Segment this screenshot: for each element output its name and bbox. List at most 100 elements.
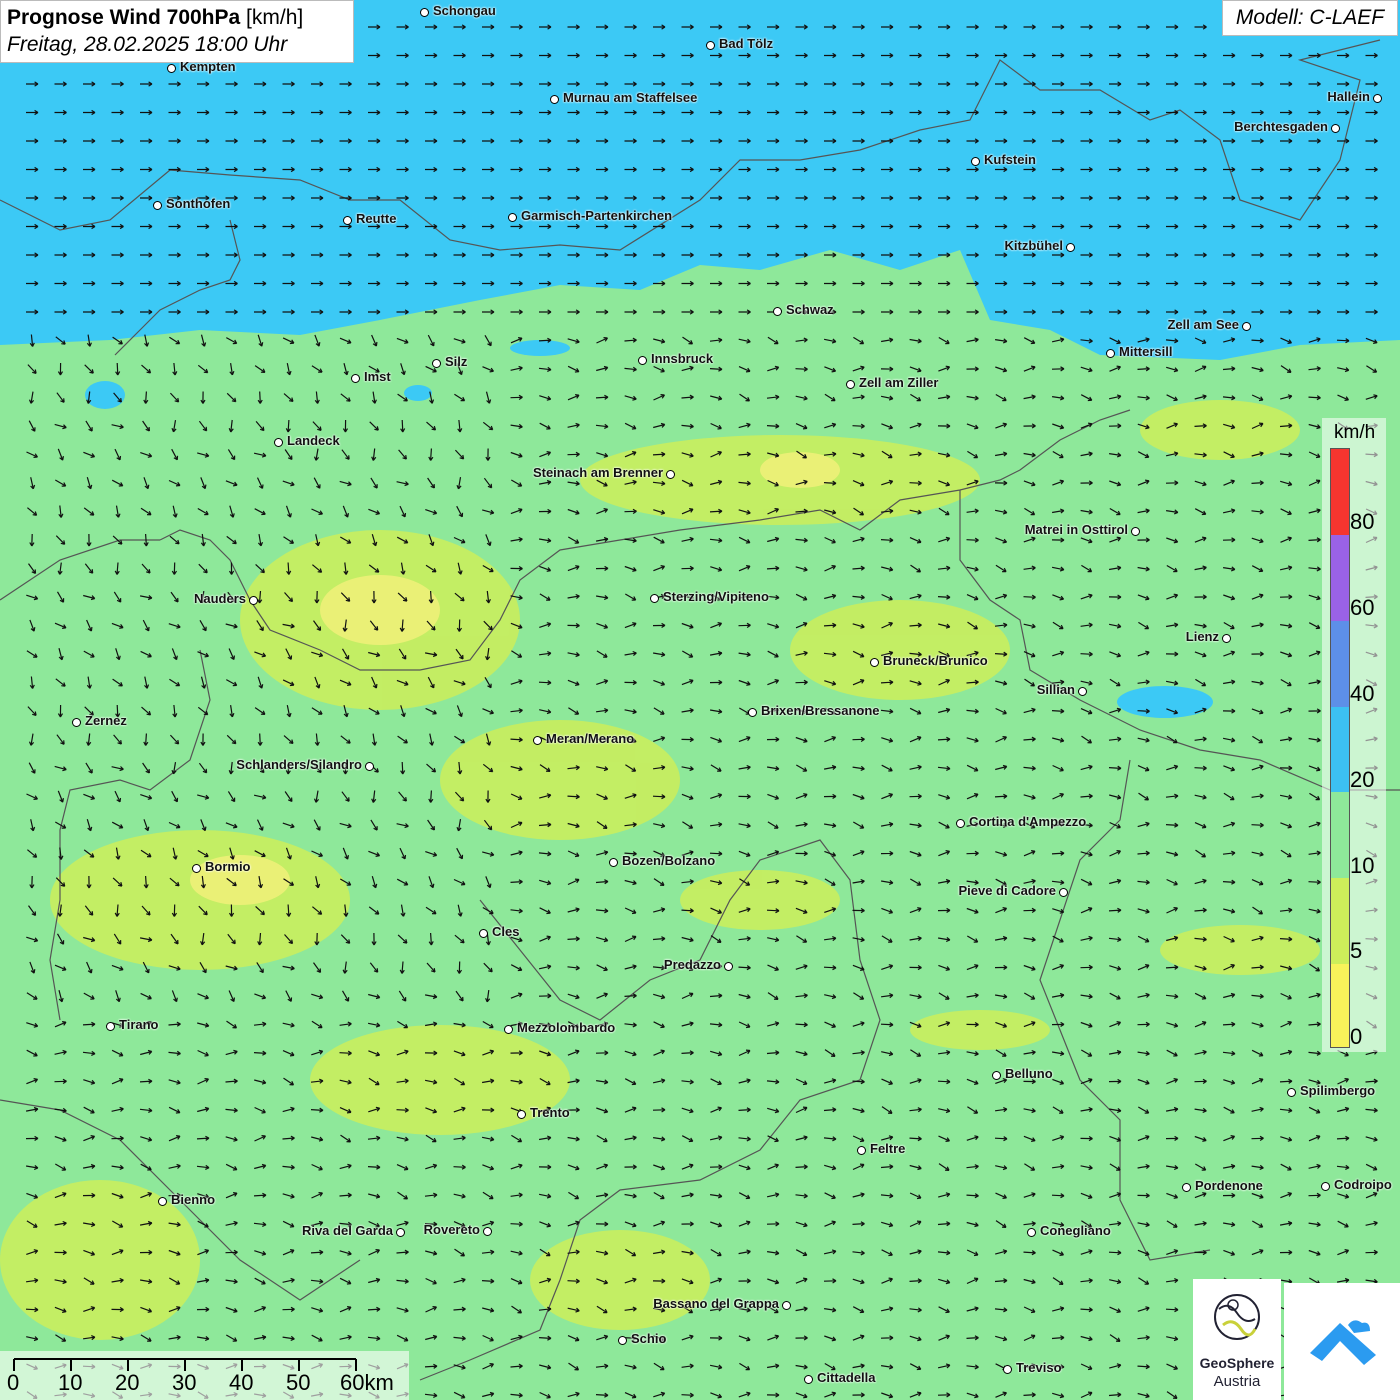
city-dot-icon: [706, 41, 715, 50]
city-dot-icon: [365, 762, 374, 771]
city-name: Kufstein: [984, 152, 1036, 167]
city-name: Brixen/Bressanone: [761, 703, 880, 718]
city-dot-icon: [1059, 888, 1068, 897]
city-dot-icon: [432, 359, 441, 368]
city-name: Schlanders/Silandro: [236, 757, 362, 772]
city-name: Landeck: [287, 433, 340, 448]
city-dot-icon: [351, 374, 360, 383]
city-dot-icon: [479, 929, 488, 938]
city-name: Schwaz: [786, 302, 834, 317]
city-dot-icon: [153, 201, 162, 210]
forecast-datetime: Freitag, 28.02.2025 18:00 Uhr: [7, 33, 288, 56]
city-dot-icon: [804, 1375, 813, 1384]
city-dot-icon: [773, 307, 782, 316]
city-dot-icon: [1106, 349, 1115, 358]
legend-segment-0: [1331, 964, 1349, 1047]
city-name: Bormio: [205, 859, 251, 874]
city-name: Tirano: [119, 1017, 159, 1032]
city-name: Zernez: [85, 713, 127, 728]
city-name: Spilimbergo: [1300, 1083, 1376, 1098]
city-dot-icon: [1182, 1183, 1191, 1192]
city-dot-icon: [158, 1197, 167, 1206]
city-dot-icon: [870, 658, 879, 667]
city-dot-icon: [1222, 634, 1231, 643]
city-dot-icon: [650, 594, 659, 603]
scale-label: 60km: [340, 1370, 394, 1395]
scale-bar: 0 10 20 30 40 50 60km: [0, 1351, 409, 1400]
city-name: Kempten: [180, 59, 236, 74]
legend-tick: 20: [1350, 767, 1375, 792]
city-name: Mittersill: [1119, 344, 1173, 359]
city-dot-icon: [396, 1228, 405, 1237]
legend-segment-60: [1331, 535, 1349, 621]
city-dot-icon: [106, 1022, 115, 1031]
city-dot-icon: [666, 470, 675, 479]
city-dot-icon: [748, 708, 757, 717]
city-dot-icon: [724, 962, 733, 971]
app-logo[interactable]: [1284, 1283, 1400, 1400]
geosphere-logo[interactable]: GeoSphere Austria: [1193, 1279, 1281, 1400]
city-dot-icon: [1003, 1365, 1012, 1374]
city-dot-icon: [1321, 1182, 1330, 1191]
city-name: Trento: [530, 1105, 570, 1120]
city-name: Schio: [631, 1331, 667, 1346]
model-label: Modell: C-LAEF: [1222, 0, 1398, 36]
city-name: Cortina d'Ampezzo: [969, 814, 1087, 829]
city-name: Meran/Merano: [546, 731, 635, 746]
legend-segment-40: [1331, 621, 1349, 707]
city-name: Conegliano: [1040, 1223, 1111, 1238]
city-name: Murnau am Staffelsee: [563, 90, 698, 105]
legend-segment-5: [1331, 878, 1349, 964]
color-legend: km/h 80 60 40 20 10 5 0: [1322, 418, 1386, 1052]
city-name: Feltre: [870, 1141, 906, 1156]
scale-label: 0: [7, 1370, 20, 1395]
city-name: Silz: [445, 354, 468, 369]
city-dot-icon: [1066, 243, 1075, 252]
city-name: Treviso: [1016, 1360, 1062, 1375]
city-dot-icon: [274, 438, 283, 447]
city-name: Lienz: [1185, 629, 1219, 644]
city-dot-icon: [72, 718, 81, 727]
city-name: Codroipo: [1334, 1177, 1392, 1192]
scale-label: 10: [58, 1370, 83, 1395]
scale-label: 50: [286, 1370, 311, 1395]
city-dot-icon: [857, 1146, 866, 1155]
city-name: Bienno: [171, 1192, 216, 1207]
legend-tick: 0: [1350, 1024, 1363, 1049]
city-name: Riva del Garda: [301, 1223, 393, 1238]
legend-tick: 60: [1350, 595, 1375, 620]
city-dot-icon: [992, 1071, 1001, 1080]
city-name: Belluno: [1005, 1066, 1053, 1081]
city-dot-icon: [618, 1336, 627, 1345]
city-name: Bassano del Grappa: [653, 1296, 779, 1311]
map-unit: [km/h]: [246, 6, 304, 29]
legend-tick: 10: [1350, 853, 1375, 878]
legend-unit: km/h: [1334, 422, 1376, 443]
legend-segment-80: [1331, 449, 1349, 535]
city-dot-icon: [343, 216, 352, 225]
city-dot-icon: [956, 819, 965, 828]
city-name: Imst: [364, 369, 391, 384]
title-box: Prognose Wind 700hPa [km/h] Freitag, 28.…: [0, 0, 354, 63]
city-name: Garmisch-Partenkirchen: [521, 208, 673, 223]
city-dot-icon: [504, 1025, 513, 1034]
city-dot-icon: [638, 356, 647, 365]
city-dot-icon: [971, 157, 980, 166]
city-dot-icon: [517, 1110, 526, 1119]
city-dot-icon: [1131, 527, 1140, 536]
city-dot-icon: [782, 1301, 791, 1310]
city-name: Mezzolombardo: [517, 1020, 616, 1035]
city-name: Cles: [492, 924, 520, 939]
city-name: Bruneck/Brunico: [883, 653, 988, 668]
city-dot-icon: [533, 736, 542, 745]
city-dot-icon: [1287, 1088, 1296, 1097]
city-name: Sonthofen: [166, 196, 231, 211]
scale-label: 20: [115, 1370, 140, 1395]
city-dot-icon: [167, 64, 176, 73]
city-name: Berchtesgaden: [1234, 119, 1328, 134]
legend-segment-20: [1331, 707, 1349, 792]
city-dot-icon: [192, 864, 201, 873]
city-name: Schongau: [433, 3, 496, 18]
city-dot-icon: [249, 596, 258, 605]
legend-tick: 40: [1350, 681, 1375, 706]
